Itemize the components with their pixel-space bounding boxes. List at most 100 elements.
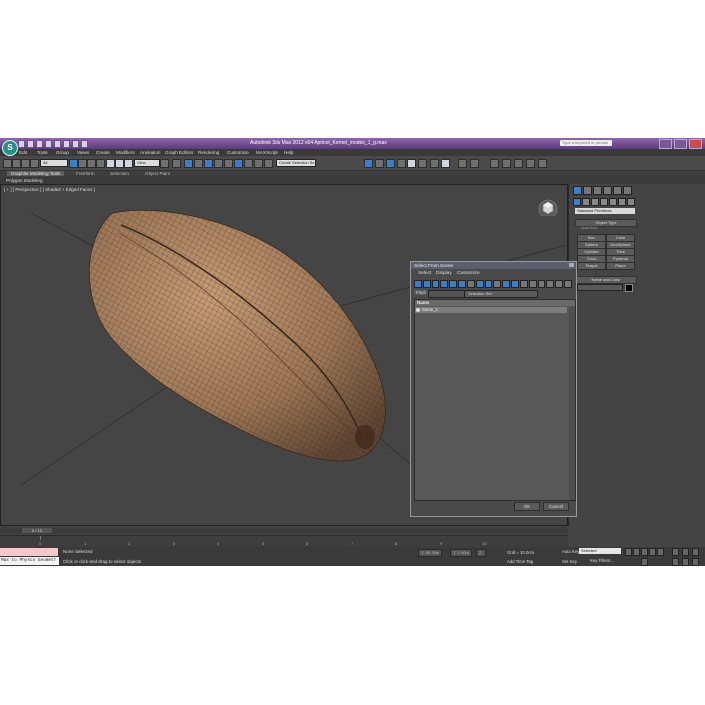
polygon-modeling-label[interactable]: Polygon Modeling <box>6 178 43 183</box>
extra-tool-2-icon[interactable] <box>470 159 479 168</box>
display-containers-icon[interactable] <box>493 280 502 288</box>
create-tab-icon[interactable] <box>573 186 582 195</box>
pan-icon[interactable] <box>672 558 679 566</box>
graphite-toggle-icon[interactable] <box>364 159 373 168</box>
unlink-icon[interactable] <box>30 159 39 168</box>
display-helpers-icon[interactable] <box>449 280 458 288</box>
selection-filter-dropdown[interactable]: All <box>40 159 68 167</box>
menu-rendering[interactable]: Rendering <box>198 150 219 155</box>
application-button[interactable]: S <box>2 140 18 156</box>
percent-snap-icon[interactable] <box>214 159 223 168</box>
render-production-icon[interactable] <box>430 159 439 168</box>
ok-button[interactable]: OK <box>514 502 540 511</box>
z-coordinate-field[interactable]: Z: <box>476 549 486 557</box>
select-move-icon[interactable] <box>106 159 115 168</box>
teapot-button[interactable]: Teapot <box>577 262 606 270</box>
curve-editor-icon[interactable] <box>375 159 384 168</box>
undo-icon[interactable] <box>3 159 12 168</box>
geometry-icon[interactable] <box>573 198 581 206</box>
hold-icon[interactable] <box>63 140 70 148</box>
dialog-close-icon[interactable] <box>569 263 574 267</box>
viewcube-icon[interactable] <box>538 196 558 216</box>
display-tab-icon[interactable] <box>613 186 622 195</box>
space-warps-icon[interactable] <box>618 198 626 206</box>
display-geometry-icon[interactable] <box>414 280 422 288</box>
redo-icon[interactable] <box>12 159 21 168</box>
extra-tool-3-icon[interactable] <box>490 159 499 168</box>
menu-group[interactable]: Group <box>56 150 69 155</box>
select-rotate-icon[interactable] <box>115 159 124 168</box>
lights-icon[interactable] <box>591 198 599 206</box>
zoom-extents-icon[interactable] <box>692 548 699 556</box>
extra-tool-icon[interactable] <box>458 159 467 168</box>
current-frame-field[interactable] <box>641 558 648 566</box>
go-to-end-icon[interactable] <box>657 548 664 556</box>
find-input[interactable] <box>428 290 465 298</box>
selection-set-dropdown[interactable]: Selection Set: <box>464 290 538 298</box>
y-coordinate-field[interactable]: Y: 1.00m <box>450 549 472 557</box>
save-file-icon[interactable] <box>36 140 43 148</box>
add-time-tag[interactable]: Add Time Tag <box>507 559 533 564</box>
display-groups-icon[interactable] <box>466 280 475 288</box>
time-slider[interactable]: 0 / 10 <box>0 527 568 534</box>
maximize-viewport-icon[interactable] <box>692 558 699 566</box>
display-lights-icon[interactable] <box>431 280 440 288</box>
tab-freeform[interactable]: Freeform <box>76 171 95 176</box>
extra-tool-4-icon[interactable] <box>502 159 511 168</box>
mirror-icon[interactable] <box>244 159 253 168</box>
display-bones-icon[interactable] <box>484 280 493 288</box>
play-icon[interactable] <box>641 548 648 556</box>
snaps-toggle-icon[interactable] <box>194 159 203 168</box>
undo-icon[interactable] <box>45 140 52 148</box>
named-selection-set-dropdown[interactable]: Create Selection Se <box>276 159 316 167</box>
display-spacewarps-icon[interactable] <box>458 280 466 288</box>
select-scale-icon[interactable] <box>124 159 133 168</box>
edit-named-selection-icon[interactable] <box>234 159 243 168</box>
object-name-field[interactable] <box>577 284 623 291</box>
display-all-icon[interactable] <box>519 280 528 288</box>
layer-manager-icon[interactable] <box>264 159 273 168</box>
fetch-icon[interactable] <box>72 140 79 148</box>
menu-edit[interactable]: Edit <box>19 150 27 155</box>
go-to-start-icon[interactable] <box>625 548 632 556</box>
key-mode-dropdown[interactable]: Selected <box>579 548 621 554</box>
viewport-label[interactable]: [ + ] [ Perspective ] [ Shaded + Edged F… <box>4 187 95 192</box>
systems-icon[interactable] <box>627 198 635 206</box>
tab-object-paint[interactable]: Object Paint <box>145 171 170 176</box>
vertical-scrollbar[interactable] <box>569 307 575 500</box>
align-icon[interactable] <box>254 159 263 168</box>
menu-maxscript[interactable]: MAXScript <box>256 150 278 155</box>
angle-snap-icon[interactable] <box>204 159 213 168</box>
spinner-snap-icon[interactable] <box>224 159 233 168</box>
cancel-button[interactable]: Cancel <box>543 502 569 511</box>
reference-coordinate-dropdown[interactable]: View <box>134 159 160 167</box>
helpers-icon[interactable] <box>609 198 617 206</box>
material-editor-icon[interactable] <box>397 159 406 168</box>
display-invert-icon[interactable] <box>537 280 546 288</box>
next-frame-icon[interactable] <box>649 548 656 556</box>
motion-tab-icon[interactable] <box>603 186 612 195</box>
x-coordinate-field[interactable]: X: 80.35m <box>418 549 443 557</box>
dialog-menu-display[interactable]: Display <box>436 271 452 276</box>
zoom-all-icon[interactable] <box>682 548 689 556</box>
extra-tool-7-icon[interactable] <box>538 159 547 168</box>
zoom-icon[interactable] <box>672 548 679 556</box>
time-slider-frame[interactable]: 0 / 10 <box>22 528 52 533</box>
menu-views[interactable]: Views <box>77 150 89 155</box>
dialog-menu-customize[interactable]: Customize <box>457 271 480 276</box>
previous-frame-icon[interactable] <box>633 548 640 556</box>
utilities-tab-icon[interactable] <box>623 186 632 195</box>
dialog-menu-select[interactable]: Select <box>418 271 431 276</box>
name-column-header[interactable]: Name <box>415 300 575 306</box>
menu-tools[interactable]: Tools <box>37 150 48 155</box>
close-button[interactable] <box>689 139 702 149</box>
modify-tab-icon[interactable] <box>583 186 592 195</box>
schematic-view-icon[interactable] <box>386 159 395 168</box>
minimize-button[interactable] <box>659 139 672 149</box>
render-setup-icon[interactable] <box>407 159 416 168</box>
redo-icon[interactable] <box>54 140 61 148</box>
options-icon[interactable] <box>564 280 572 288</box>
auto-key-button[interactable]: Auto Key <box>562 549 579 554</box>
display-frozen-icon[interactable] <box>502 280 511 288</box>
open-file-icon[interactable] <box>27 140 34 148</box>
